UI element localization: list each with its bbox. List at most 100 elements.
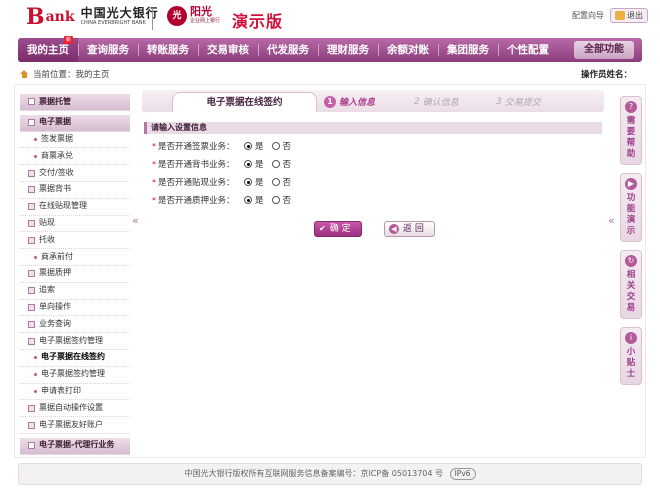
- sidebar-item[interactable]: 商票承兑: [20, 148, 130, 166]
- sidebar-item[interactable]: 电子票据-代理行业务: [20, 437, 130, 455]
- radio-yes[interactable]: [244, 196, 252, 204]
- sidebar-item[interactable]: 业务查询: [20, 316, 130, 334]
- required-mark: *: [152, 195, 156, 205]
- field-label: 是否开通背书业务：: [158, 160, 235, 170]
- top-links: 配置向导 退出: [572, 8, 648, 23]
- option-yes[interactable]: 是: [244, 176, 264, 188]
- helper-button[interactable]: ? 需要帮助: [620, 96, 642, 165]
- radio-no[interactable]: [271, 196, 280, 204]
- nav-item-review[interactable]: 交易审核: [198, 38, 258, 62]
- sidebar-item-label: 商票承兑: [41, 150, 73, 160]
- bullet-icon: [34, 137, 37, 141]
- folder-icon: [28, 421, 35, 429]
- sidebar-item-label: 贴现: [39, 218, 55, 228]
- back-label: 返 回: [403, 224, 424, 234]
- option-no[interactable]: 否: [271, 194, 291, 206]
- radio-no[interactable]: [271, 160, 280, 168]
- collapse-helpers-icon[interactable]: «: [608, 214, 615, 227]
- confirm-label: 确 定: [329, 224, 351, 234]
- sidebar-item[interactable]: 电子票据友好账户: [20, 417, 130, 434]
- radio-yes[interactable]: [244, 178, 252, 186]
- step-2: 2 确认信息: [414, 95, 459, 109]
- sidebar-item[interactable]: 票据托管: [20, 94, 130, 111]
- nav-item-query[interactable]: 查询服务: [78, 38, 138, 62]
- nav-item-transfer[interactable]: 转账服务: [138, 38, 198, 62]
- option-no[interactable]: 否: [271, 176, 291, 188]
- sidebar-item[interactable]: 签发票据: [20, 132, 130, 149]
- form-row: * 是否开通贴现业务： 是 否: [152, 176, 299, 189]
- sidebar-item[interactable]: 托收: [20, 232, 130, 250]
- sidebar-item[interactable]: 电子票据: [20, 114, 130, 132]
- folder-icon: [28, 219, 35, 227]
- step-3-label: 交易提交: [504, 98, 541, 108]
- collapse-sidebar-icon[interactable]: «: [132, 214, 139, 227]
- footer: 中国光大银行版权所有互联网服务信息备案编号：京ICP备 05013704 号 I…: [18, 463, 642, 485]
- sidebar-item[interactable]: 商承前付: [20, 249, 130, 266]
- form-row: * 是否开通背书业务： 是 否: [152, 158, 299, 171]
- footer-text: 中国光大银行版权所有互联网服务信息备案编号：京ICP备 05013704 号: [184, 469, 444, 478]
- option-no[interactable]: 否: [271, 140, 291, 152]
- radio-no[interactable]: [271, 178, 280, 186]
- confirm-button[interactable]: ✔ 确 定: [314, 221, 362, 237]
- sidebar-item[interactable]: 交付/签收: [20, 165, 130, 182]
- bullet-icon: [34, 255, 37, 259]
- nav-item-wealth[interactable]: 理财服务: [318, 38, 378, 62]
- bank-logo: B ank 中国光大银行 CHINA EVERBRIGHT BANK: [26, 6, 159, 28]
- option-no[interactable]: 否: [271, 158, 291, 170]
- nav-item-group[interactable]: 集团服务: [438, 38, 498, 62]
- required-mark: *: [152, 141, 156, 151]
- helper-button[interactable]: ▶ 功能演示: [620, 173, 642, 242]
- back-button[interactable]: ◀ 返 回: [384, 221, 435, 237]
- helper-icon: ?: [625, 101, 637, 113]
- sidebar-item[interactable]: 申请表打印: [20, 384, 130, 401]
- breadcrumb-text: 当前位置：我的主页: [33, 70, 110, 80]
- sidebar-item[interactable]: 电子票据在线签约: [20, 349, 130, 367]
- step-1-label: 输入信息: [339, 98, 376, 108]
- folder-icon: [28, 203, 35, 211]
- sidebar-item[interactable]: 票据质押: [20, 266, 130, 283]
- helper-label: 小贴士: [626, 347, 636, 379]
- sidebar-item-label: 票据背书: [39, 184, 71, 194]
- bullet-icon: [34, 373, 37, 377]
- form-row: * 是否开通质押业务： 是 否: [152, 194, 299, 207]
- bank-name-cn: 中国光大银行: [80, 6, 159, 20]
- step-3-number: 3: [496, 96, 502, 107]
- main-panel: 电子票据在线签约 1 输入信息 2 确认信息 3 交易提交 请输入设置信息 * 是…: [142, 90, 604, 454]
- sidebar-item[interactable]: 电子票据签约管理: [20, 333, 130, 350]
- new-badge: 新: [64, 36, 73, 44]
- all-functions-button[interactable]: 全部功能: [574, 41, 634, 59]
- sidebar-item[interactable]: 在线贴现管理: [20, 199, 130, 216]
- field-label: 是否开通贴现业务：: [158, 178, 235, 188]
- ipv6-badge: IPv6: [449, 468, 476, 480]
- helper-label: 功能演示: [626, 193, 636, 236]
- sidebar-item[interactable]: 贴现: [20, 216, 130, 233]
- sidebar-item-label: 签发票据: [41, 134, 73, 144]
- radio-yes[interactable]: [244, 160, 252, 168]
- sidebar-item[interactable]: 单向操作: [20, 300, 130, 317]
- sidebar-item-label: 托收: [39, 234, 55, 244]
- tab-online-signing[interactable]: 电子票据在线签约: [172, 92, 317, 112]
- nav-item-reconcile[interactable]: 余额对账: [378, 38, 438, 62]
- step-1-number: 1: [324, 95, 336, 108]
- option-yes[interactable]: 是: [244, 140, 264, 152]
- folder-icon: [28, 169, 35, 177]
- sidebar-item[interactable]: 票据自动操作设置: [20, 400, 130, 418]
- option-yes[interactable]: 是: [244, 194, 264, 206]
- logout-button[interactable]: 退出: [610, 8, 648, 23]
- operator-name: 操作员姓名：: [580, 70, 632, 80]
- helper-button[interactable]: ↻ 相关交易: [620, 250, 642, 319]
- sidebar-item[interactable]: 追索: [20, 283, 130, 300]
- config-wizard-link[interactable]: 配置向导: [572, 10, 604, 21]
- sidebar-item[interactable]: 票据背书: [20, 182, 130, 199]
- nav-item-settings[interactable]: 个性配置: [498, 38, 558, 62]
- step-2-number: 2: [414, 96, 420, 107]
- home-icon: [20, 70, 29, 78]
- sidebar-item[interactable]: 电子票据签约管理: [20, 367, 130, 384]
- header: B ank 中国光大银行 CHINA EVERBRIGHT BANK 光 阳光 …: [0, 0, 660, 38]
- option-yes[interactable]: 是: [244, 158, 264, 170]
- helper-button[interactable]: i 小贴士: [620, 327, 642, 385]
- radio-no[interactable]: [271, 142, 280, 150]
- helper-label: 相关交易: [626, 270, 636, 313]
- radio-yes[interactable]: [244, 142, 252, 150]
- nav-item-payroll[interactable]: 代发服务: [258, 38, 318, 62]
